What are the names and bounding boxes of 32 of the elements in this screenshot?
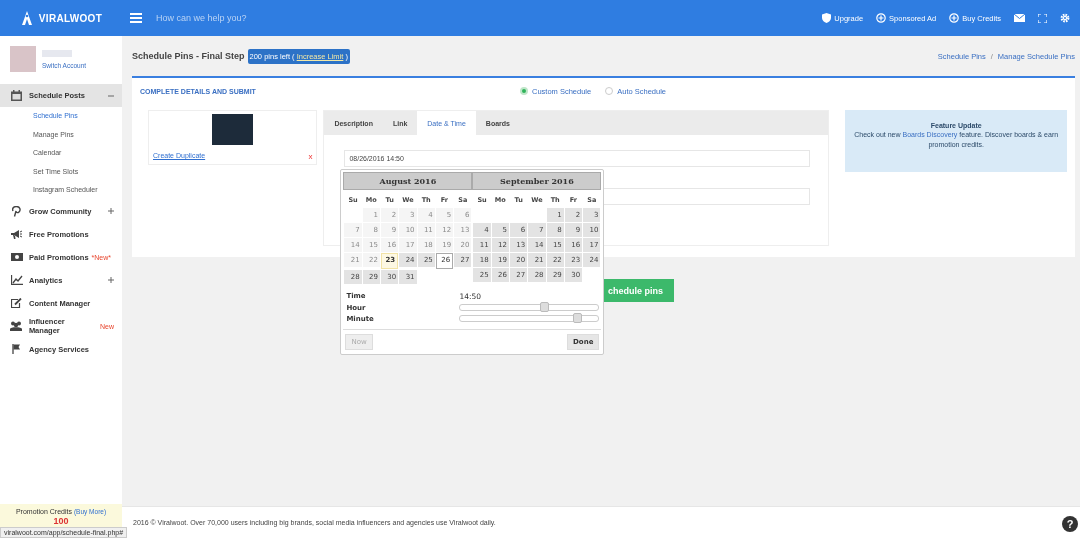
month-title: August 2016 (343, 172, 473, 190)
edit-icon (11, 298, 22, 309)
collapse-icon[interactable] (108, 92, 114, 99)
remove-link[interactable]: x (308, 152, 313, 161)
month-title: September 2016 (472, 172, 602, 190)
fullscreen-icon[interactable] (1038, 13, 1047, 23)
expand-icon[interactable] (108, 208, 114, 215)
slider-handle[interactable] (572, 313, 582, 323)
settings-icon[interactable] (1060, 13, 1070, 23)
name-placeholder (42, 49, 72, 57)
radio-icon[interactable] (520, 87, 528, 95)
shield-icon (822, 13, 832, 23)
plus-circle-icon (876, 13, 887, 23)
line-chart-icon (10, 275, 23, 286)
page-title: Schedule Pins - Final Step (132, 51, 245, 61)
search-field[interactable]: How can we help you? (154, 12, 458, 24)
logo-icon (19, 10, 34, 26)
menu-icon[interactable] (130, 13, 142, 23)
megaphone-icon (11, 229, 22, 239)
mail-icon[interactable] (1014, 14, 1025, 22)
expand-icon[interactable] (108, 277, 114, 284)
credits-value: 100 (53, 516, 69, 526)
slider-handle[interactable] (539, 302, 549, 312)
avatar-placeholder (10, 46, 36, 72)
pinterest-icon (12, 205, 21, 217)
calendar-icon (11, 90, 22, 101)
logo-text: VIRALWOOT (38, 12, 103, 24)
plus-circle-icon (949, 13, 960, 23)
flag-icon (12, 344, 21, 355)
money-icon (10, 253, 23, 262)
image-placeholder (212, 114, 254, 145)
users-icon (10, 321, 23, 332)
